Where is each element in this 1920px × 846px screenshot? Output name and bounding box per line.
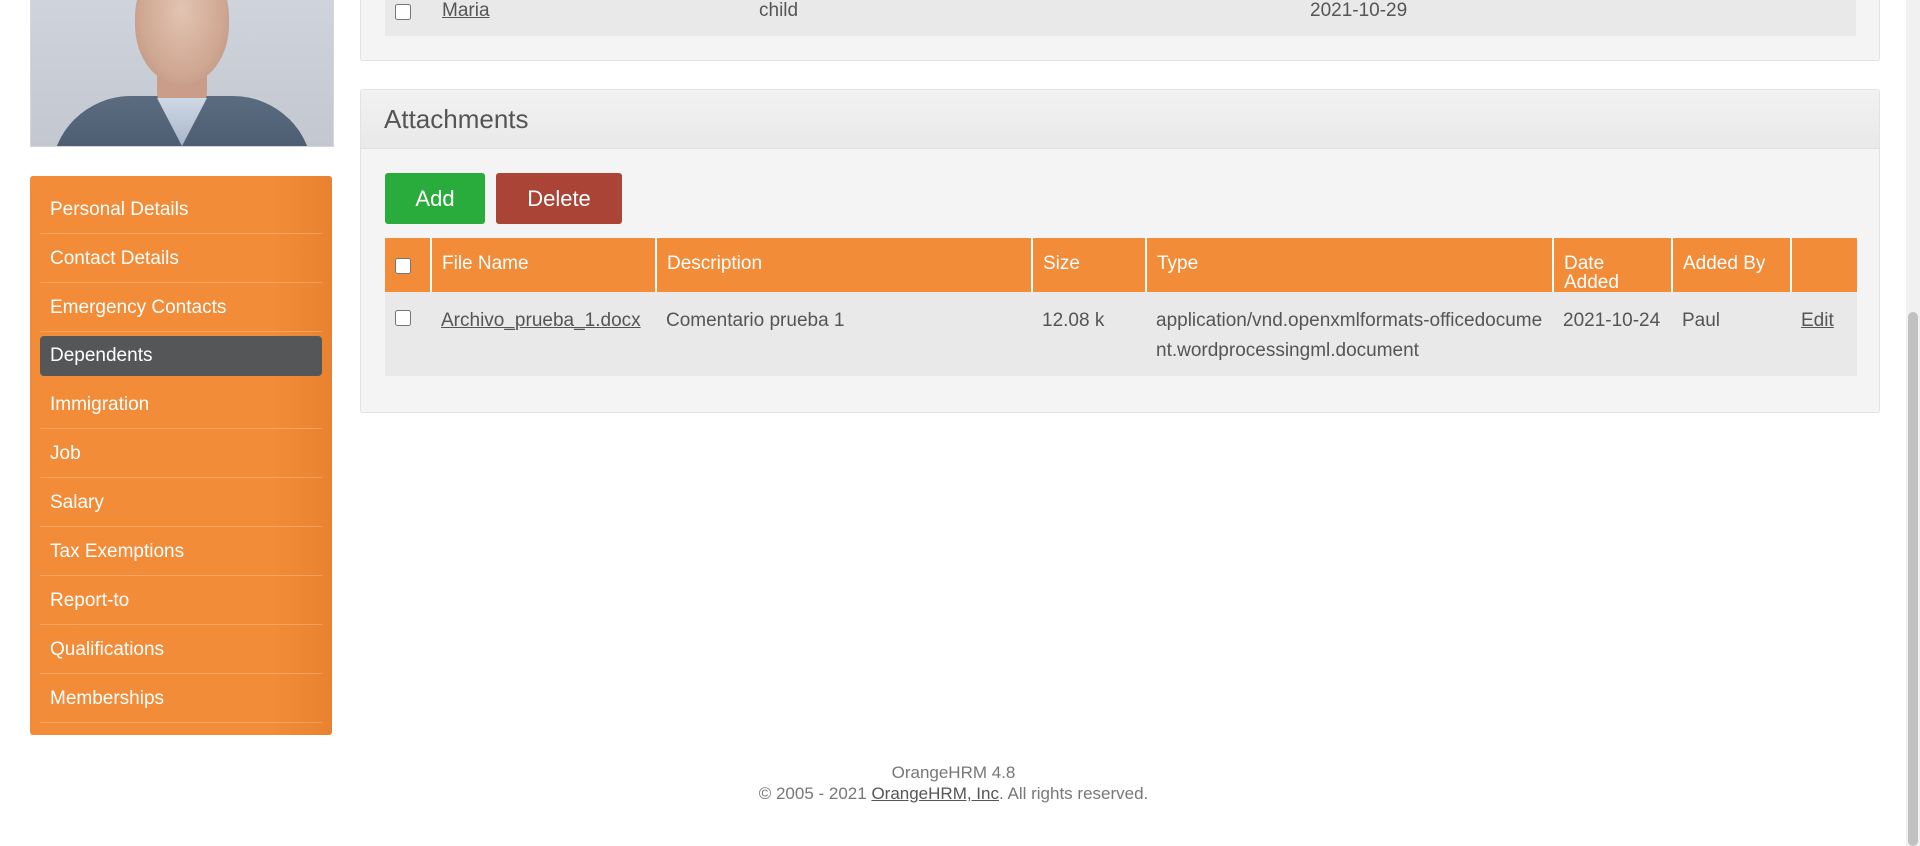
- attachments-title: Attachments: [384, 104, 529, 134]
- sidebar-item-contact-details[interactable]: Contact Details: [40, 235, 322, 283]
- type-value: application/vnd.openxmlformats-officedoc…: [1156, 310, 1543, 361]
- add-attachment-button[interactable]: Add: [385, 173, 485, 224]
- date-added-value: 2021-10-24: [1563, 310, 1661, 331]
- attachments-header: Attachments: [361, 90, 1879, 149]
- column-header-size[interactable]: Size: [1032, 238, 1147, 292]
- attachment-file-link[interactable]: Archivo_prueba_1.docx: [441, 310, 641, 331]
- select-all-checkbox[interactable]: [395, 258, 411, 274]
- page-footer: OrangeHRM 4.8 © 2005 - 2021 OrangeHRM, I…: [0, 762, 1907, 804]
- footer-version: OrangeHRM 4.8: [891, 763, 1016, 782]
- table-header-row: File Name Description Size Type Date Add…: [385, 238, 1857, 292]
- column-header-type[interactable]: Type: [1146, 238, 1554, 292]
- column-header-file-name[interactable]: File Name: [431, 238, 657, 292]
- select-all-header: [385, 238, 432, 292]
- sidebar-item-report-to[interactable]: Report-to: [40, 577, 322, 625]
- attachments-table: File Name Description Size Type Date Add…: [385, 238, 1857, 376]
- table-row: Maria child 2021-10-29: [385, 0, 1856, 36]
- table-row: Archivo_prueba_1.docx Comentario prueba …: [385, 292, 1857, 376]
- scrollbar-thumb[interactable]: [1908, 312, 1918, 846]
- sidebar-item-qualifications[interactable]: Qualifications: [40, 626, 322, 674]
- copyright-suffix: . All rights reserved.: [998, 784, 1149, 803]
- description-cell: Comentario prueba 1: [656, 292, 1032, 376]
- actions-cell: Edit: [1791, 292, 1857, 376]
- sidebar-item-immigration[interactable]: Immigration: [40, 381, 322, 429]
- added-by-cell: Paul: [1672, 292, 1791, 376]
- sidebar-item-salary[interactable]: Salary: [40, 479, 322, 527]
- column-header-actions: [1791, 238, 1857, 292]
- attachments-panel: Attachments Add Delete File Name Descrip…: [360, 89, 1880, 413]
- profile-sidebar-nav: Personal Details Contact Details Emergen…: [30, 176, 332, 735]
- date-added-cell: 2021-10-24: [1553, 292, 1672, 376]
- column-header-description[interactable]: Description: [656, 238, 1033, 292]
- dependents-panel: Maria child 2021-10-29: [360, 0, 1880, 61]
- dependent-row-checkbox[interactable]: [395, 4, 411, 20]
- sidebar-item-tax-exemptions[interactable]: Tax Exemptions: [40, 528, 322, 576]
- sidebar-item-emergency-contacts[interactable]: Emergency Contacts: [40, 284, 322, 332]
- company-link[interactable]: OrangeHRM, Inc: [871, 784, 999, 803]
- copyright-prefix: © 2005 - 2021: [758, 784, 872, 803]
- column-header-added-by[interactable]: Added By: [1672, 238, 1792, 292]
- vertical-scrollbar[interactable]: [1906, 0, 1920, 846]
- size-cell: 12.08 k: [1032, 292, 1146, 376]
- type-cell: application/vnd.openxmlformats-officedoc…: [1146, 292, 1553, 376]
- sidebar-item-job[interactable]: Job: [40, 430, 322, 478]
- dependent-relationship: child: [759, 0, 799, 21]
- row-select-cell: [385, 292, 431, 376]
- sidebar-item-personal-details[interactable]: Personal Details: [40, 186, 322, 234]
- employee-photo[interactable]: [30, 0, 334, 147]
- file-name-cell: Archivo_prueba_1.docx: [431, 292, 656, 376]
- delete-attachment-button[interactable]: Delete: [496, 173, 622, 224]
- attachment-row-checkbox[interactable]: [395, 310, 411, 326]
- dependent-name-link[interactable]: Maria: [442, 0, 490, 22]
- sidebar-item-memberships[interactable]: Memberships: [40, 675, 322, 723]
- sidebar-item-dependents[interactable]: Dependents: [40, 336, 322, 376]
- dependent-dob: 2021-10-29: [1310, 0, 1408, 21]
- photo-face: [135, 0, 229, 84]
- footer-copyright: © 2005 - 2021 OrangeHRM, Inc. All rights…: [0, 783, 1907, 804]
- edit-attachment-link[interactable]: Edit: [1801, 310, 1834, 331]
- column-header-date-added[interactable]: Date Added: [1553, 238, 1673, 292]
